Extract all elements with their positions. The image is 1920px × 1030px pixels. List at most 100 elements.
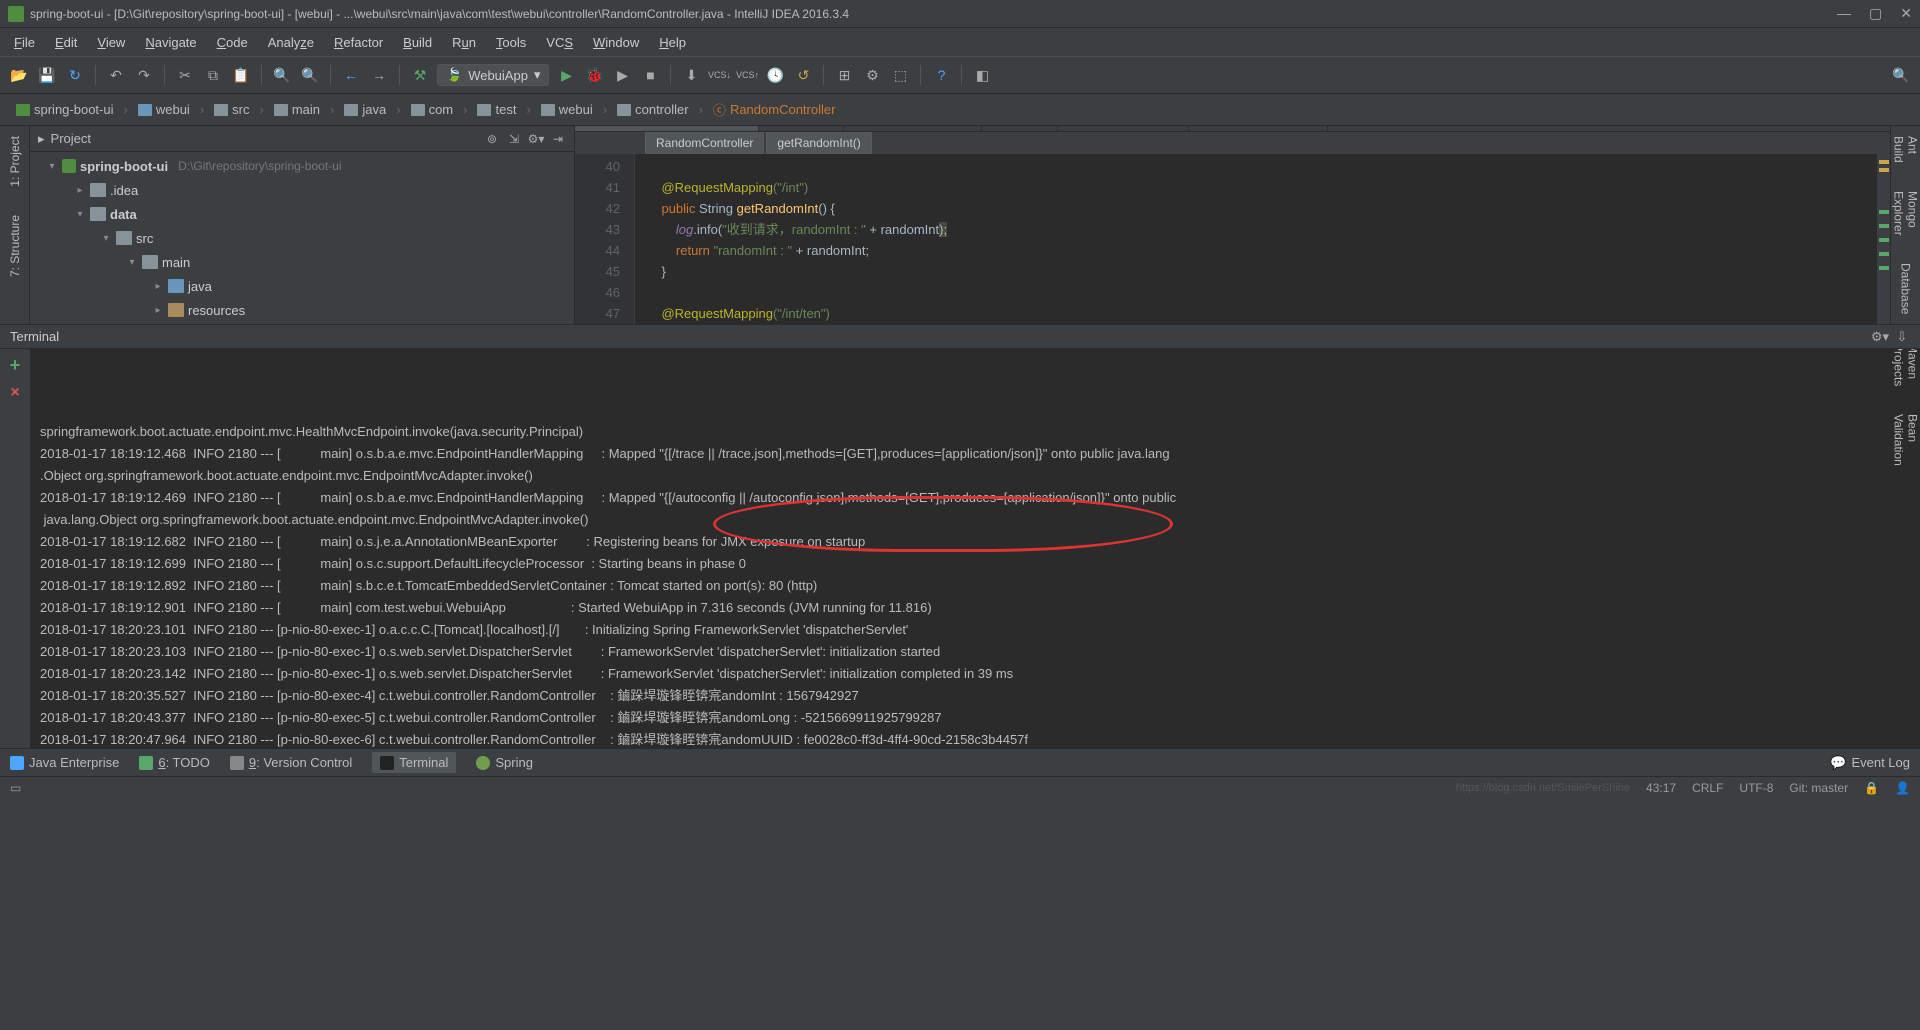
sdk-icon[interactable]: ⬚ bbox=[889, 64, 911, 86]
caret-position[interactable]: 43:17 bbox=[1646, 781, 1676, 795]
line-separator[interactable]: CRLF bbox=[1692, 781, 1723, 795]
file-encoding[interactable]: UTF-8 bbox=[1739, 781, 1773, 795]
terminal-output[interactable]: springframework.boot.actuate.endpoint.mv… bbox=[30, 349, 1920, 748]
menu-code[interactable]: Code bbox=[209, 33, 256, 52]
replace-icon[interactable]: 🔍 bbox=[299, 64, 321, 86]
run-icon[interactable]: ▶ bbox=[555, 64, 577, 86]
crumb-method-btn[interactable]: getRandomInt() bbox=[766, 132, 871, 154]
crumb-src[interactable]: src bbox=[208, 100, 255, 119]
menu-analyze[interactable]: Analyze bbox=[260, 33, 322, 52]
forward-icon[interactable]: → bbox=[368, 64, 390, 86]
code-editor[interactable]: 4041424344454647 @RequestMapping("/int")… bbox=[575, 154, 1890, 324]
status-icon[interactable]: ▭ bbox=[10, 781, 21, 795]
stop-icon[interactable]: ■ bbox=[639, 64, 661, 86]
gear-icon[interactable]: ⚙▾ bbox=[528, 131, 544, 147]
find-icon[interactable]: 🔍 bbox=[271, 64, 293, 86]
run-config-selector[interactable]: 🍃 WebuiApp ▾ bbox=[437, 64, 549, 86]
tool-ant[interactable]: Ant Build bbox=[1890, 132, 1920, 167]
open-icon[interactable]: 📂 bbox=[8, 64, 30, 86]
tool-mongo[interactable]: Mongo Explorer bbox=[1890, 187, 1920, 240]
paste-icon[interactable]: 📋 bbox=[230, 64, 252, 86]
vcs-commit-icon[interactable]: VCS↓ bbox=[708, 64, 730, 86]
tab-webui[interactable]: webui× bbox=[759, 126, 844, 131]
editor-area: RandomController.java× webui× applicatio… bbox=[575, 126, 1890, 324]
tab-application-yml[interactable]: application.yml× bbox=[844, 126, 981, 131]
bottom-toolbar: Java Enterprise 6: TODO 9: Version Contr… bbox=[0, 748, 1920, 776]
terminal-hide-icon[interactable]: ⇩ bbox=[1894, 329, 1910, 345]
crumb-webui[interactable]: webui bbox=[535, 100, 599, 119]
menu-file[interactable]: File bbox=[6, 33, 43, 52]
project-dropdown-icon[interactable]: ▸ bbox=[38, 131, 45, 147]
revert-icon[interactable]: ↺ bbox=[792, 64, 814, 86]
project-tool-window: ▸ Project ⊚ ⇲ ⚙▾ ⇥ ▾spring-boot-uiD:\Git… bbox=[30, 126, 575, 324]
menu-vcs[interactable]: VCS bbox=[538, 33, 581, 52]
project-tree[interactable]: ▾spring-boot-uiD:\Git\repository\spring-… bbox=[30, 152, 574, 324]
jrebel-icon[interactable]: ◧ bbox=[971, 64, 993, 86]
collapse-all-icon[interactable]: ⇲ bbox=[506, 131, 522, 147]
btn-todo[interactable]: 6: TODO bbox=[139, 755, 210, 770]
menu-tools[interactable]: Tools bbox=[488, 33, 534, 52]
tab-random-controller[interactable]: RandomController.java× bbox=[575, 126, 759, 131]
close-button[interactable]: ✕ bbox=[1900, 5, 1912, 22]
vcs-update-icon[interactable]: ⬇ bbox=[680, 64, 702, 86]
crumb-class-btn[interactable]: RandomController bbox=[645, 132, 764, 154]
close-session-icon[interactable]: × bbox=[10, 384, 19, 402]
btn-java-enterprise[interactable]: Java Enterprise bbox=[10, 755, 119, 770]
search-everywhere-icon[interactable]: 🔍 bbox=[1890, 64, 1912, 86]
window-title: spring-boot-ui - [D:\Git\repository\spri… bbox=[30, 7, 1837, 21]
btn-spring[interactable]: Spring bbox=[476, 755, 533, 770]
menu-window[interactable]: Window bbox=[585, 33, 647, 52]
tab-webuiapp[interactable]: WebuiApp.java× bbox=[1189, 126, 1328, 131]
sync-icon[interactable]: ↻ bbox=[64, 64, 86, 86]
tab-spring-boot-ui[interactable]: spring-boot-ui× bbox=[1058, 126, 1189, 131]
tool-structure[interactable]: 7: Structure bbox=[6, 211, 24, 281]
back-icon[interactable]: ← bbox=[340, 64, 362, 86]
crumb-main[interactable]: main bbox=[268, 100, 326, 119]
app-icon bbox=[8, 6, 24, 22]
menu-refactor[interactable]: Refactor bbox=[326, 33, 391, 52]
debug-icon[interactable]: 🐞 bbox=[583, 64, 605, 86]
menu-edit[interactable]: Edit bbox=[47, 33, 85, 52]
copy-icon[interactable]: ⧉ bbox=[202, 64, 224, 86]
vcs-push-icon[interactable]: VCS↑ bbox=[736, 64, 758, 86]
menu-view[interactable]: View bbox=[89, 33, 133, 52]
crumb-module[interactable]: webui bbox=[132, 100, 196, 119]
settings-icon[interactable]: ⚙ bbox=[861, 64, 883, 86]
crumb-root[interactable]: spring-boot-ui bbox=[10, 100, 120, 119]
btn-terminal[interactable]: Terminal bbox=[372, 752, 456, 773]
undo-icon[interactable]: ↶ bbox=[105, 64, 127, 86]
tab-data[interactable]: data× bbox=[982, 126, 1059, 131]
btn-version-control[interactable]: 9: Version Control bbox=[230, 755, 352, 770]
crumb-java[interactable]: java bbox=[338, 100, 392, 119]
help-icon[interactable]: ? bbox=[930, 64, 952, 86]
menu-navigate[interactable]: Navigate bbox=[137, 33, 204, 52]
code-content[interactable]: @RequestMapping("/int") public String ge… bbox=[635, 154, 1876, 324]
crumb-controller[interactable]: controller bbox=[611, 100, 694, 119]
menu-run[interactable]: Run bbox=[444, 33, 484, 52]
minimize-button[interactable]: — bbox=[1837, 5, 1851, 22]
scroll-from-source-icon[interactable]: ⊚ bbox=[484, 131, 500, 147]
redo-icon[interactable]: ↷ bbox=[133, 64, 155, 86]
error-stripe[interactable] bbox=[1876, 154, 1890, 324]
menu-help[interactable]: Help bbox=[651, 33, 694, 52]
hide-icon[interactable]: ⇥ bbox=[550, 131, 566, 147]
lock-icon[interactable]: 🔒 bbox=[1864, 781, 1879, 795]
status-extra-icon[interactable]: 👤 bbox=[1895, 781, 1910, 795]
build-icon[interactable]: ⚒ bbox=[409, 64, 431, 86]
coverage-icon[interactable]: ▶ bbox=[611, 64, 633, 86]
crumb-com[interactable]: com bbox=[405, 100, 460, 119]
save-icon[interactable]: 💾 bbox=[36, 64, 58, 86]
structure-icon[interactable]: ⊞ bbox=[833, 64, 855, 86]
cut-icon[interactable]: ✂ bbox=[174, 64, 196, 86]
tool-project[interactable]: 1: Project bbox=[6, 132, 24, 191]
crumb-test[interactable]: test bbox=[471, 100, 522, 119]
menu-build[interactable]: Build bbox=[395, 33, 440, 52]
tool-database[interactable]: Database bbox=[1897, 259, 1915, 318]
terminal-settings-icon[interactable]: ⚙▾ bbox=[1872, 329, 1888, 345]
maximize-button[interactable]: ▢ bbox=[1869, 5, 1882, 22]
new-session-icon[interactable]: + bbox=[10, 355, 21, 376]
history-icon[interactable]: 🕓 bbox=[764, 64, 786, 86]
crumb-class[interactable]: ⓒ RandomController bbox=[707, 98, 842, 121]
git-branch[interactable]: Git: master bbox=[1789, 781, 1848, 795]
btn-event-log[interactable]: 💬 Event Log bbox=[1830, 755, 1910, 771]
